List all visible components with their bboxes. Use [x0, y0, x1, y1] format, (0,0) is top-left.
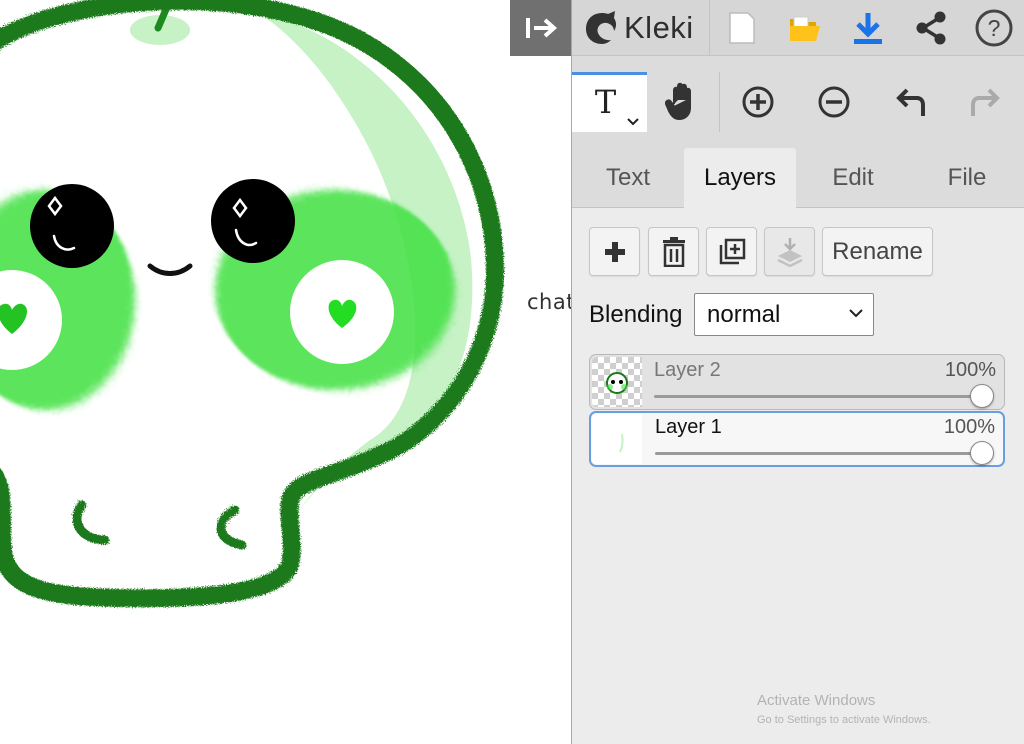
eye-right: [211, 179, 295, 263]
opacity-slider-handle[interactable]: [970, 384, 994, 408]
layer-item-2[interactable]: Layer 2 100%: [589, 354, 1005, 410]
tab-text[interactable]: Text: [572, 148, 684, 208]
kleki-logo-icon: [586, 10, 617, 44]
merge-down-button[interactable]: [764, 227, 815, 276]
collapse-panel-button[interactable]: [510, 0, 571, 56]
add-layer-button[interactable]: [589, 227, 640, 276]
zoom-in-button[interactable]: [720, 72, 796, 132]
tool-options-chevron-icon[interactable]: [627, 118, 639, 126]
undo-icon: [896, 88, 925, 116]
tool-row: T: [572, 72, 1024, 132]
opacity-slider-track[interactable]: [654, 395, 986, 398]
chevron-down-icon: [849, 309, 863, 318]
layer-opacity: 100%: [943, 416, 995, 438]
help-icon: ?: [975, 9, 1012, 46]
tab-file[interactable]: File: [910, 148, 1024, 208]
layer-thumbnail: [592, 414, 642, 464]
open-file-button[interactable]: [773, 0, 836, 56]
hand-tool-button[interactable]: [647, 72, 719, 132]
merge-down-icon: [776, 237, 803, 267]
side-panel: Kleki ? T Text Layers Edit File Rename B…: [571, 0, 1024, 744]
opacity-slider-handle[interactable]: [970, 441, 994, 465]
layer-name: Layer 2: [654, 359, 721, 381]
open-folder-icon: [789, 16, 820, 41]
redo-button[interactable]: [948, 72, 1024, 132]
delete-layer-button[interactable]: [648, 227, 699, 276]
blending-select[interactable]: normal: [694, 293, 874, 336]
zoom-out-icon: [818, 86, 850, 118]
watermark-subtitle: Go to Settings to activate Windows.: [757, 714, 931, 726]
new-image-icon: [728, 11, 755, 44]
share-icon: [916, 11, 945, 44]
canvas-text-fragment: chat: [527, 290, 571, 314]
download-button[interactable]: [836, 0, 899, 56]
layer-opacity: 100%: [944, 359, 996, 381]
blending-value: normal: [707, 300, 781, 328]
mouth: [147, 263, 193, 276]
eye-left: [30, 184, 114, 268]
duplicate-layer-icon: [719, 238, 745, 264]
hand-tool-icon: [665, 82, 691, 120]
layer-name: Layer 1: [655, 416, 722, 438]
redo-icon: [971, 88, 1000, 116]
canvas-drawing: [0, 0, 505, 608]
drawing-canvas[interactable]: chat: [0, 0, 571, 744]
layers-panel: Rename Blending normal Layer 2 100% Laye…: [572, 208, 1024, 744]
svg-text:?: ?: [987, 15, 1000, 41]
kleki-logo[interactable]: Kleki: [572, 0, 710, 56]
undo-button[interactable]: [872, 72, 948, 132]
foot-right: [216, 505, 247, 550]
layer-thumbnail: [592, 357, 642, 407]
blending-label: Blending: [589, 301, 683, 328]
rename-layer-button[interactable]: Rename: [822, 227, 933, 276]
top-bar: Kleki ?: [572, 0, 1024, 56]
windows-activation-watermark: Activate Windows Go to Settings to activ…: [757, 692, 931, 726]
watermark-title: Activate Windows: [757, 692, 876, 709]
text-tool-icon: T: [594, 82, 617, 121]
collapse-panel-arrow-icon: [525, 18, 557, 38]
layer-item-1[interactable]: Layer 1 100%: [589, 411, 1005, 467]
rename-label: Rename: [832, 237, 923, 265]
zoom-out-button[interactable]: [796, 72, 872, 132]
opacity-slider-track[interactable]: [655, 452, 985, 455]
share-button[interactable]: [899, 0, 962, 56]
foot-left: [72, 500, 110, 545]
text-tool-button[interactable]: T: [572, 72, 647, 132]
duplicate-layer-button[interactable]: [706, 227, 757, 276]
panel-tabs: Text Layers Edit File: [572, 148, 1024, 208]
app-title: Kleki: [624, 9, 694, 45]
tab-layers[interactable]: Layers: [684, 148, 796, 208]
download-icon: [853, 12, 882, 44]
tab-edit[interactable]: Edit: [796, 148, 910, 208]
help-button[interactable]: ?: [962, 0, 1024, 56]
new-image-button[interactable]: [710, 0, 773, 56]
zoom-in-icon: [742, 86, 774, 118]
add-layer-icon: [604, 241, 625, 262]
delete-layer-icon: [662, 236, 685, 267]
